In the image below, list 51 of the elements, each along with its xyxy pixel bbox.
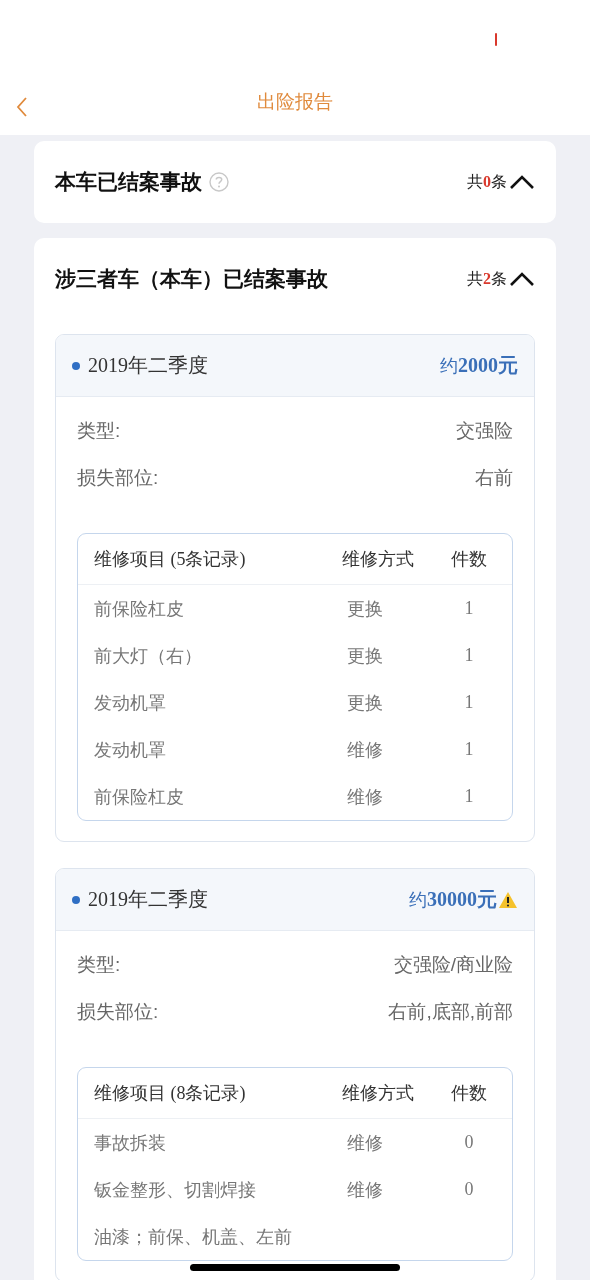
table-cell-text: 1 (463, 598, 475, 619)
page-title: 出险报告 (257, 89, 333, 114)
indicator-icon (495, 33, 497, 46)
chevron-up-icon (509, 271, 535, 287)
column-header: 件数 (450, 548, 488, 571)
bullet-icon (72, 895, 80, 904)
field-label: 类型: (77, 418, 121, 443)
table-cell-text: 油漆；前保、机盖、左前 (94, 1225, 293, 1249)
table-cell-text: 发动机罩 (94, 738, 167, 762)
section-title: 本车已结案事故 (55, 169, 202, 195)
table-cell-text: 1 (463, 786, 475, 807)
table-cell-text: 事故拆装 (94, 1131, 167, 1155)
accident-period: 2019年二季度 (88, 353, 208, 378)
table-cell-text: 前保险杠皮 (94, 785, 185, 809)
table-cell-text: 更换 (346, 691, 384, 715)
table-cell-text: 更换 (346, 644, 384, 668)
table-cell-text: 前大灯（右） (94, 644, 203, 668)
field-value: 交强险/商业险 (393, 952, 513, 977)
chevron-up-icon (509, 174, 535, 190)
record-count: 共2条 (467, 268, 507, 289)
back-icon (16, 96, 28, 118)
table-cell-text: 维修 (346, 1131, 384, 1155)
column-header: 维修项目 (8条记录) (94, 1082, 247, 1105)
table-cell-text: 更换 (346, 597, 384, 621)
table-cell-text: 1 (463, 645, 475, 666)
section-title: 涉三者车（本车）已结案事故 (55, 266, 328, 292)
table-cell-text: 0 (463, 1132, 475, 1153)
claim-amount: 约30000元 (409, 887, 497, 912)
column-header: 维修方式 (342, 548, 415, 571)
table-cell-text: 发动机罩 (94, 691, 167, 715)
column-header: 维修项目 (5条记录) (94, 548, 247, 571)
table-cell-text: 维修 (346, 785, 384, 809)
table-cell-text: 前保险杠皮 (94, 597, 185, 621)
claim-amount: 约2000元 (440, 353, 518, 378)
record-count: 共0条 (467, 171, 507, 192)
table-cell-text: 1 (463, 692, 475, 713)
table-cell-text: 维修 (346, 738, 384, 762)
field-value: 右前 (475, 465, 513, 490)
field-label: 损失部位: (77, 465, 159, 490)
column-header: 件数 (450, 1082, 488, 1105)
bullet-icon (72, 361, 80, 370)
field-label: 损失部位: (77, 999, 159, 1024)
field-label: 类型: (77, 952, 121, 977)
table-cell-text: 维修 (346, 1178, 384, 1202)
accident-period: 2019年二季度 (88, 887, 208, 912)
field-value: 右前,底部,前部 (388, 999, 513, 1024)
table-cell-text: 1 (463, 739, 475, 760)
field-value: 交强险 (456, 418, 513, 443)
table-cell-text: 0 (463, 1179, 475, 1200)
table-cell-text: 钣金整形、切割焊接 (94, 1178, 257, 1202)
column-header: 维修方式 (342, 1082, 415, 1105)
